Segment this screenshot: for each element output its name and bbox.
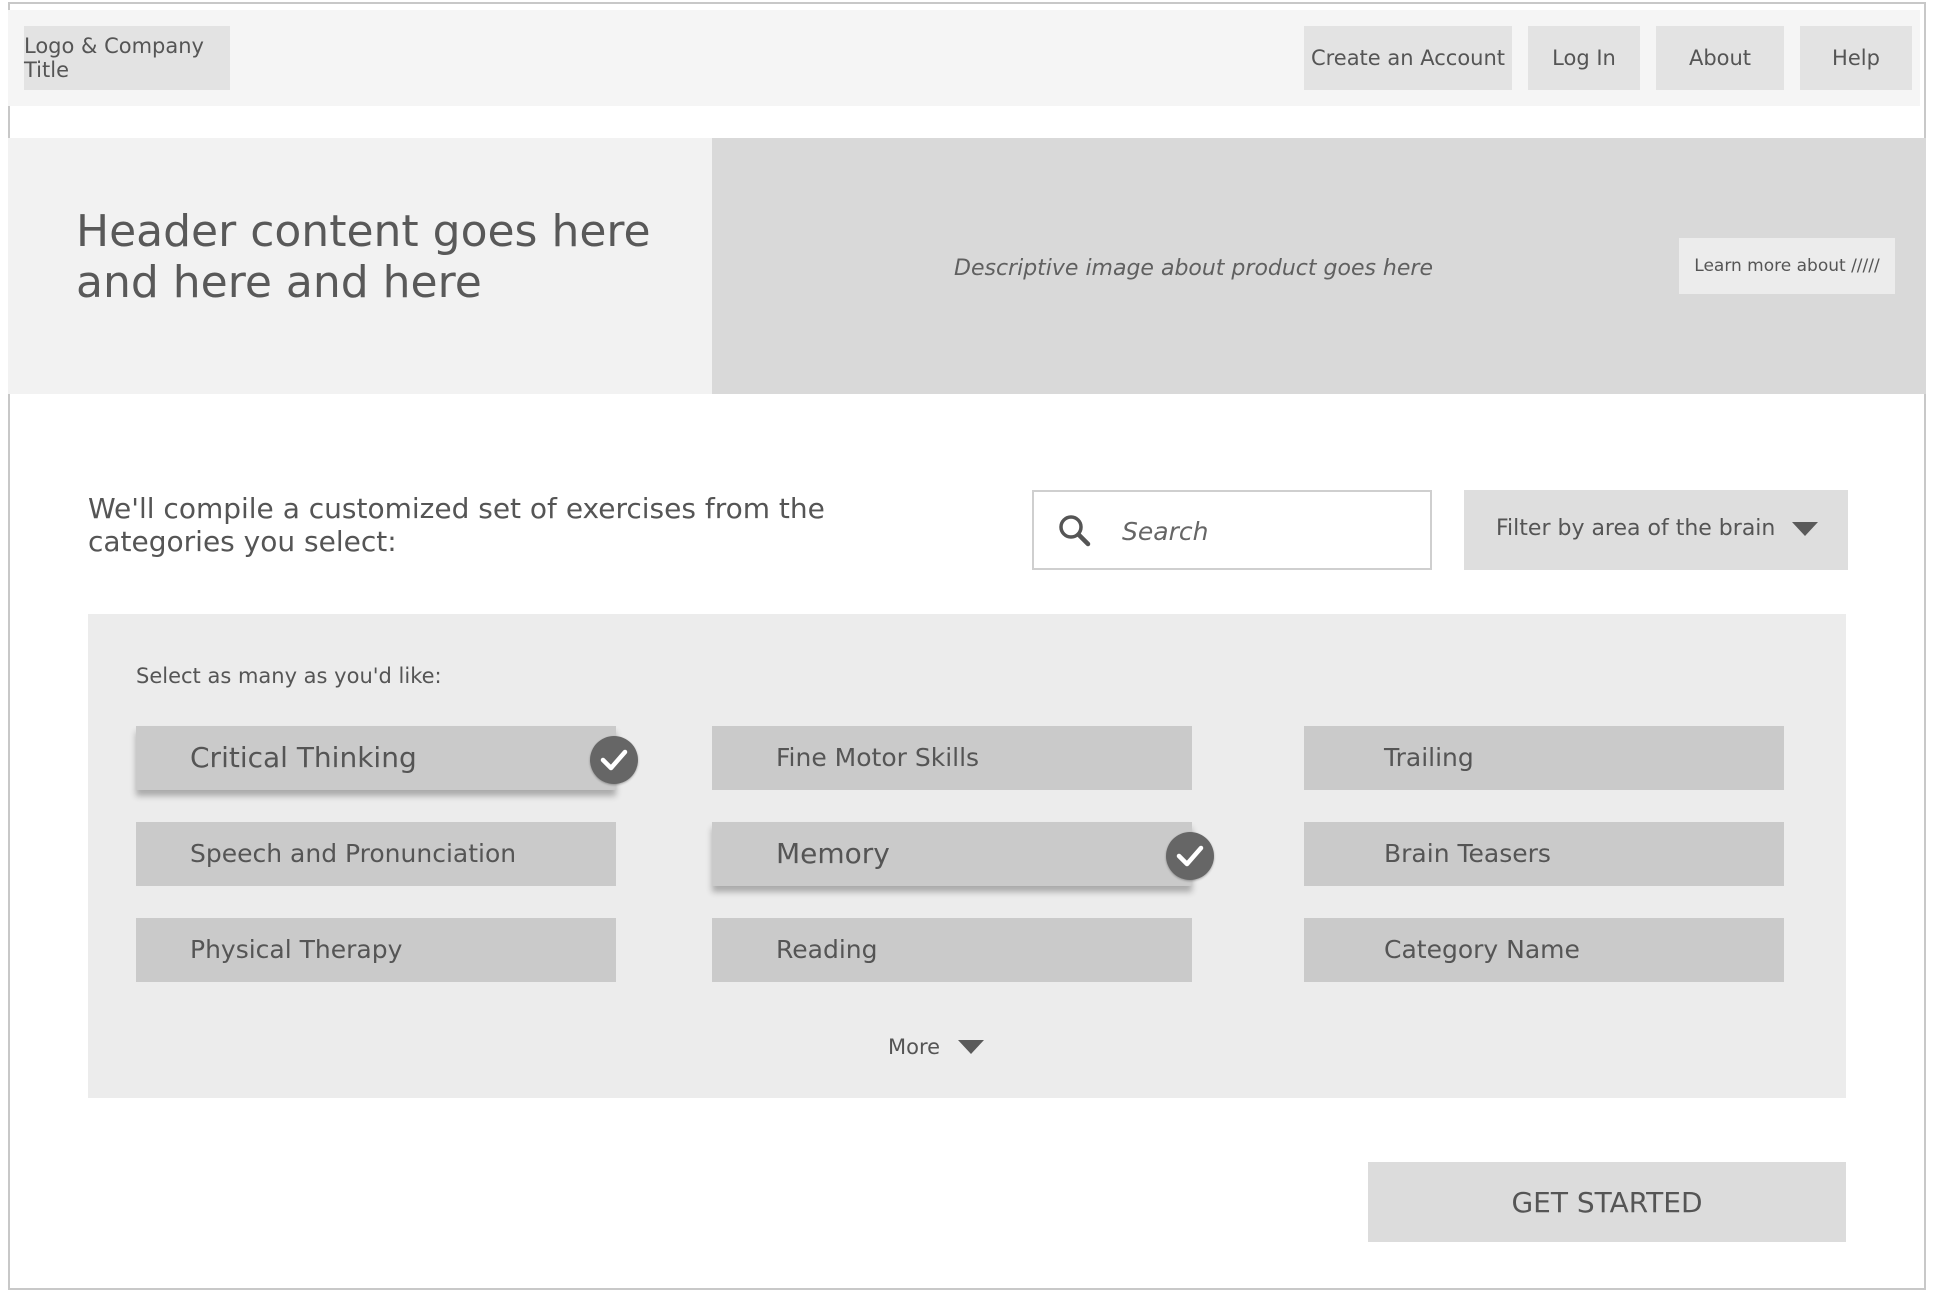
caret-down-icon xyxy=(1792,522,1818,536)
category-label: Physical Therapy xyxy=(190,935,403,964)
category-critical-thinking[interactable]: Critical Thinking xyxy=(136,726,638,790)
top-nav: Logo & Company Title Create an Account L… xyxy=(8,10,1920,106)
search-input[interactable] xyxy=(1120,506,1414,556)
get-started-button[interactable]: GET STARTED xyxy=(1368,1162,1846,1242)
category-physical-therapy[interactable]: Physical Therapy xyxy=(136,918,616,982)
caret-down-icon xyxy=(958,1040,985,1054)
logo-company-title[interactable]: Logo & Company Title xyxy=(24,26,230,90)
category-memory[interactable]: Memory xyxy=(712,822,1214,886)
category-brain-teasers[interactable]: Brain Teasers xyxy=(1304,822,1784,886)
learn-more-button[interactable]: Learn more about ///// xyxy=(1679,238,1895,294)
category-instruction: Select as many as you'd like: xyxy=(136,664,442,688)
help-button[interactable]: Help xyxy=(1800,26,1912,90)
search-icon xyxy=(1058,514,1092,548)
hero-image-placeholder: Descriptive image about product goes her… xyxy=(712,138,1926,394)
category-panel: Select as many as you'd like: Critical T… xyxy=(88,614,1846,1098)
create-account-button[interactable]: Create an Account xyxy=(1304,26,1512,90)
intro-text: We'll compile a customized set of exerci… xyxy=(88,492,825,558)
more-label: More xyxy=(888,1035,941,1059)
category-label: Memory xyxy=(776,837,890,870)
login-button[interactable]: Log In xyxy=(1528,26,1640,90)
category-label: Trailing xyxy=(1384,743,1474,772)
checkmark-icon xyxy=(590,736,638,784)
category-label: Category Name xyxy=(1384,935,1580,964)
filter-label: Filter by area of the brain xyxy=(1496,516,1776,541)
category-label: Reading xyxy=(776,935,878,964)
more-categories-button[interactable]: More xyxy=(888,1032,985,1062)
category-reading[interactable]: Reading xyxy=(712,918,1192,982)
category-category-name[interactable]: Category Name xyxy=(1304,918,1784,982)
category-fine-motor-skills[interactable]: Fine Motor Skills xyxy=(712,726,1192,790)
hero-image-caption: Descriptive image about product goes her… xyxy=(954,256,1433,281)
category-label: Speech and Pronunciation xyxy=(190,839,517,868)
category-trailing[interactable]: Trailing xyxy=(1304,726,1784,790)
checkmark-icon xyxy=(1166,832,1214,880)
hero-title: Header content goes here and here and he… xyxy=(76,206,651,308)
filter-brain-area-dropdown[interactable]: Filter by area of the brain xyxy=(1464,490,1848,570)
category-label: Fine Motor Skills xyxy=(776,743,980,772)
about-button[interactable]: About xyxy=(1656,26,1784,90)
category-label: Brain Teasers xyxy=(1384,839,1551,868)
category-label: Critical Thinking xyxy=(190,741,417,774)
search-box[interactable] xyxy=(1032,490,1432,570)
hero-header: Header content goes here and here and he… xyxy=(8,138,712,394)
category-speech-pronunciation[interactable]: Speech and Pronunciation xyxy=(136,822,616,886)
